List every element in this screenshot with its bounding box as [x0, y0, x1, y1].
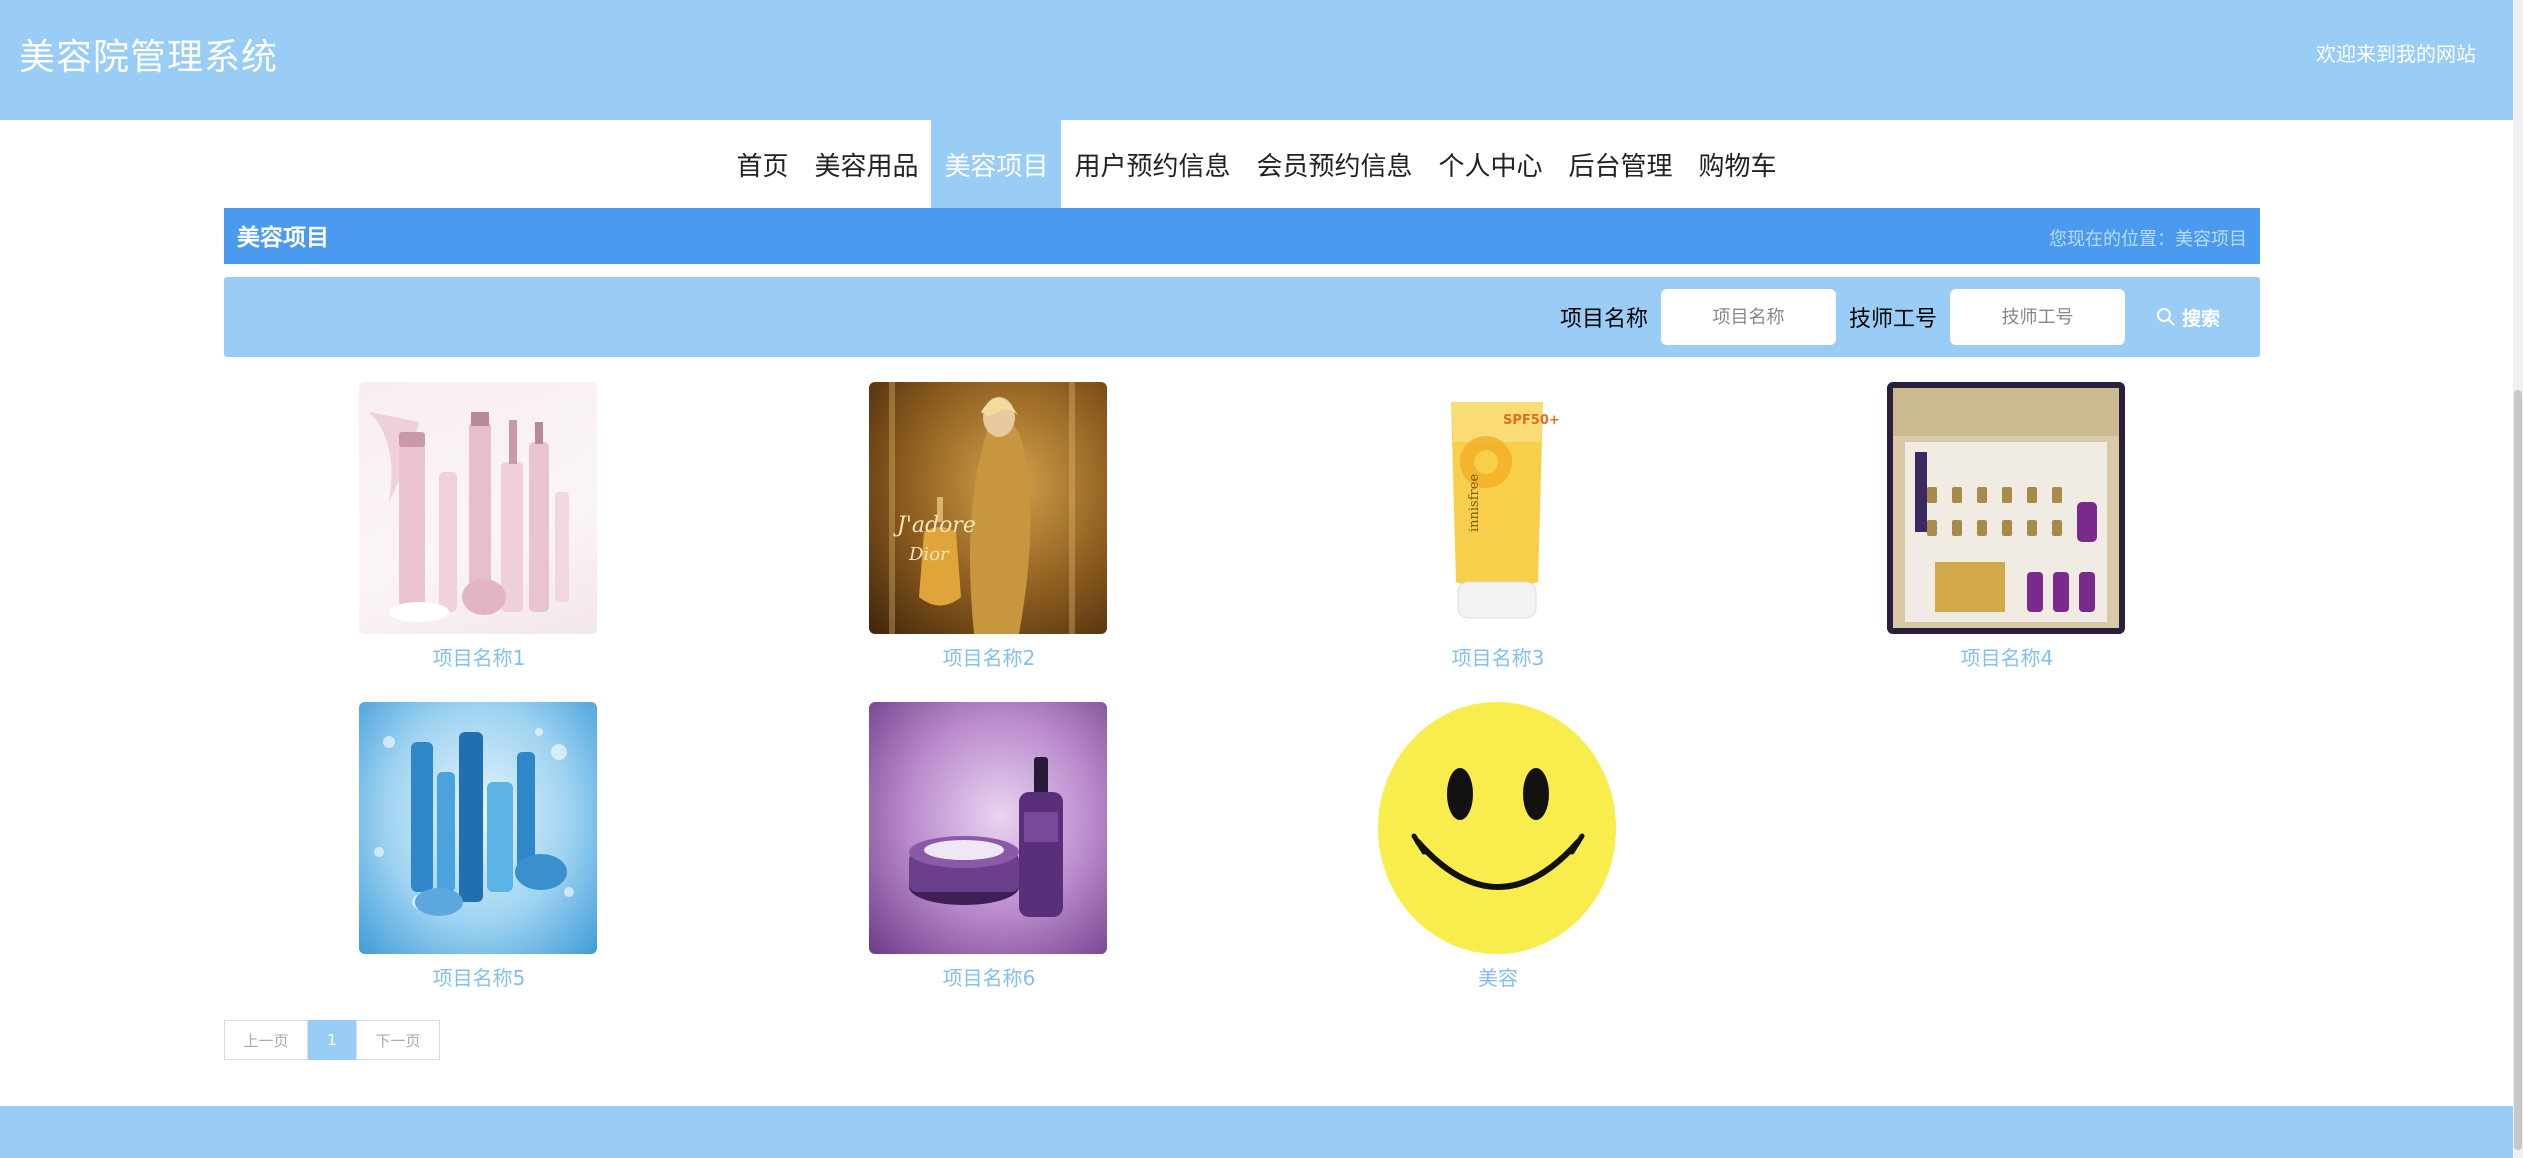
svg-text:SPF50+: SPF50+ [1503, 413, 1560, 428]
project-image-5[interactable] [359, 702, 597, 954]
search-bar: 项目名称 技师工号 搜索 [224, 277, 2260, 357]
purple-serum-illustration [909, 757, 1063, 917]
main-nav: 首页 美容用品 美容项目 用户预约信息 会员预约信息 个人中心 后台管理 购物车 [0, 120, 2513, 208]
technician-id-label: 技师工号 [1848, 307, 1937, 332]
nav-beauty-projects[interactable]: 美容项目 [931, 120, 1062, 208]
nav-personal-center[interactable]: 个人中心 [1426, 120, 1556, 208]
project-card[interactable]: J'adore Dior 项目名称2 [869, 382, 1109, 671]
project-image-6[interactable] [869, 702, 1107, 954]
nav-cart[interactable]: 购物车 [1686, 120, 1790, 208]
project-name-3[interactable]: 项目名称3 [1378, 642, 1618, 671]
nav-user-appointments[interactable]: 用户预约信息 [1061, 120, 1243, 208]
project-image-3[interactable]: SPF50+ innisfree [1378, 382, 1616, 634]
page-title-bar: 美容项目 您现在的位置：美容项目 [224, 208, 2260, 264]
project-image-4[interactable] [1887, 382, 2125, 634]
svg-text:innisfree: innisfree [1467, 474, 1482, 532]
search-icon [2156, 308, 2175, 326]
project-name-5[interactable]: 项目名称5 [359, 962, 599, 991]
project-name-7[interactable]: 美容 [1378, 962, 1618, 991]
next-page-button[interactable]: 下一页 [356, 1020, 440, 1060]
svg-text:J'adore: J'adore [893, 513, 976, 538]
site-header: 美容院管理系统 欢迎来到我的网站 [0, 0, 2513, 120]
gift-box-illustration [1893, 388, 2119, 628]
nav-beauty-products[interactable]: 美容用品 [801, 120, 931, 208]
scrollbar[interactable] [2513, 0, 2523, 1158]
project-card[interactable]: 项目名称1 [359, 382, 599, 671]
prev-page-button[interactable]: 上一页 [224, 1020, 308, 1060]
smiley-face-icon [1378, 702, 1616, 954]
project-image-7[interactable] [1378, 702, 1616, 954]
nav-admin[interactable]: 后台管理 [1556, 120, 1686, 208]
sunscreen-illustration: SPF50+ innisfree [1451, 402, 1560, 619]
site-title: 美容院管理系统 [19, 37, 279, 78]
project-card[interactable]: 项目名称6 [869, 702, 1109, 991]
scrollbar-thumb[interactable] [2514, 390, 2522, 1150]
welcome-text: 欢迎来到我的网站 [2316, 42, 2476, 66]
search-button-label: 搜索 [2181, 307, 2220, 330]
site-footer [0, 1106, 2513, 1158]
nav-home[interactable]: 首页 [723, 120, 801, 208]
page-number-button[interactable]: 1 [308, 1020, 356, 1060]
svg-text:Dior: Dior [908, 544, 950, 565]
perfume-ad-illustration: J'adore Dior [889, 382, 1075, 634]
project-name-label: 项目名称 [1559, 307, 1648, 332]
page-title: 美容项目 [237, 225, 329, 251]
project-name-1[interactable]: 项目名称1 [359, 642, 599, 671]
breadcrumb: 您现在的位置：美容项目 [2049, 229, 2247, 250]
project-image-2[interactable]: J'adore Dior [869, 382, 1107, 634]
pagination: 上一页 1 下一页 [224, 1020, 440, 1060]
pink-skincare-illustration [369, 412, 569, 622]
project-name-input[interactable] [1660, 289, 1836, 345]
project-image-1[interactable] [359, 382, 597, 634]
project-card[interactable]: 项目名称5 [359, 702, 599, 991]
project-name-6[interactable]: 项目名称6 [869, 962, 1109, 991]
technician-id-input[interactable] [1949, 289, 2125, 345]
project-card[interactable]: 项目名称4 [1887, 382, 2127, 671]
project-name-2[interactable]: 项目名称2 [869, 642, 1109, 671]
project-card[interactable]: 美容 [1378, 702, 1618, 991]
project-name-4[interactable]: 项目名称4 [1887, 642, 2127, 671]
blue-skincare-illustration [374, 728, 574, 916]
project-card[interactable]: SPF50+ innisfree 项目名称3 [1378, 382, 1618, 671]
nav-member-appointments[interactable]: 会员预约信息 [1244, 120, 1426, 208]
search-button[interactable]: 搜索 [2156, 304, 2220, 331]
